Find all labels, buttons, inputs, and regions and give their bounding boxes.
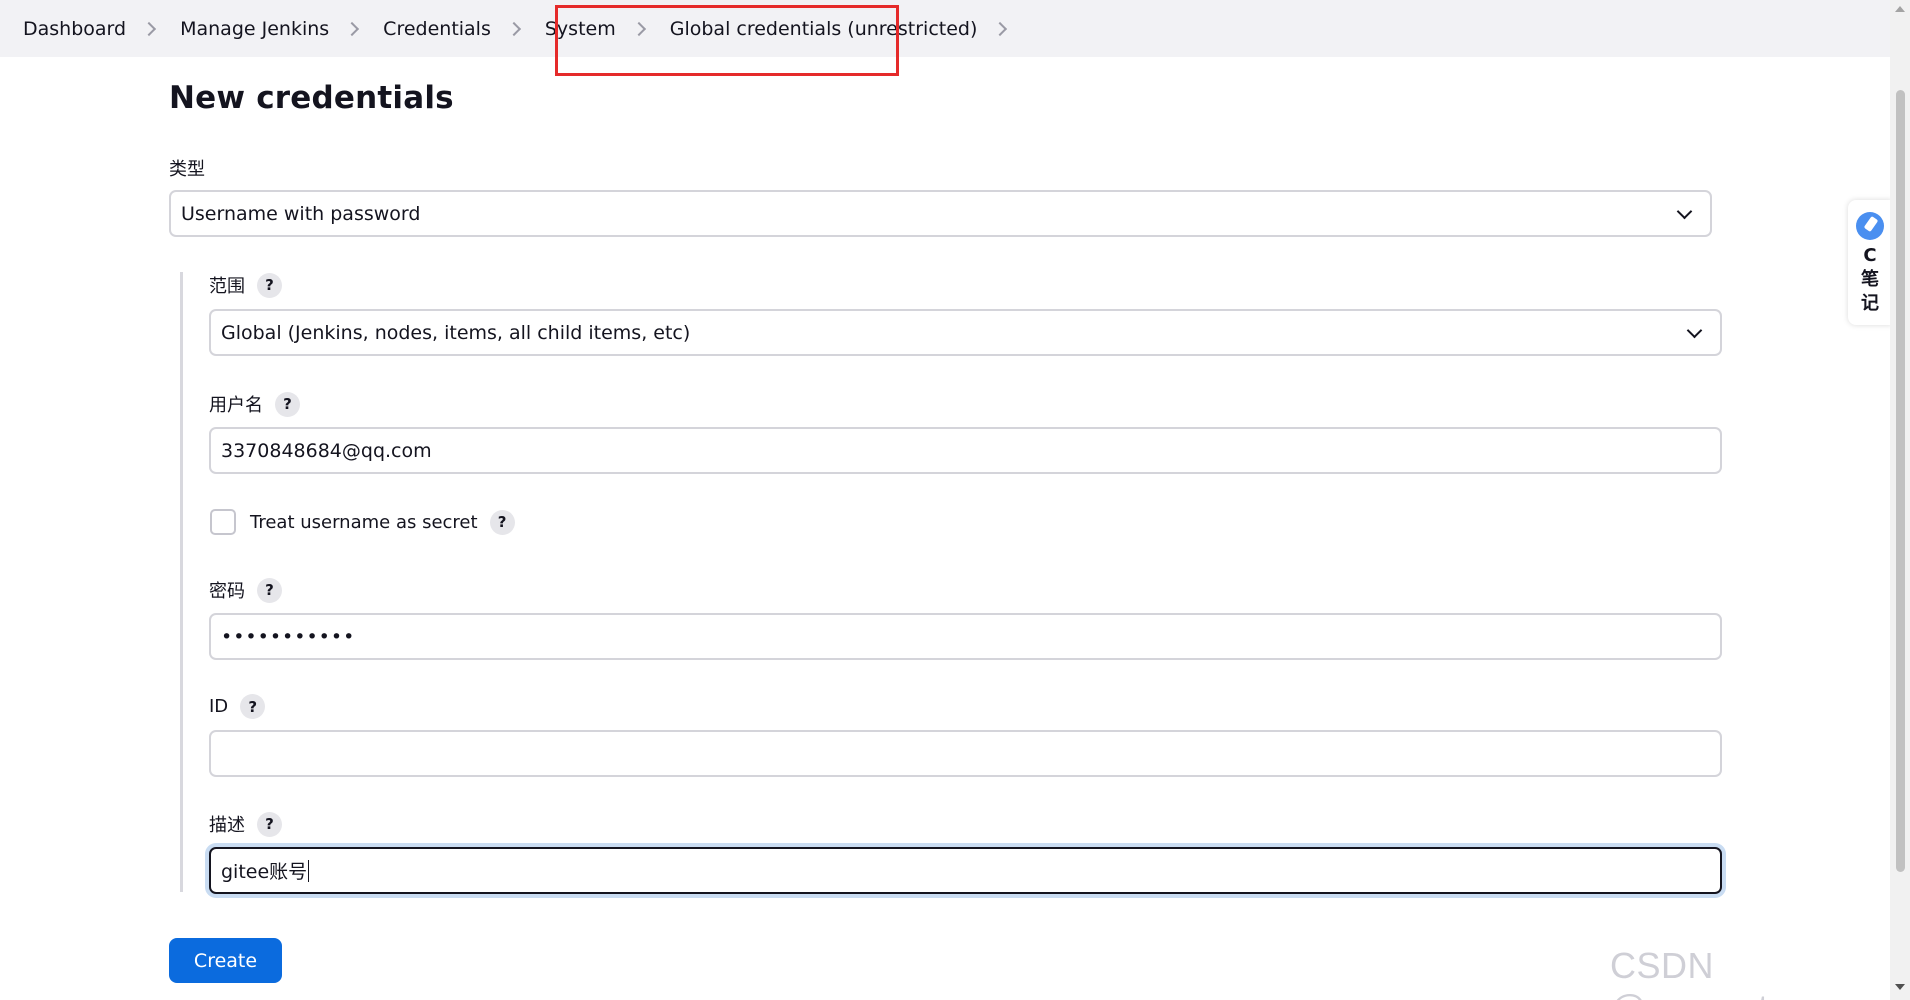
bottom-app-bar bbox=[0, 920, 1890, 1000]
chevron-right-icon[interactable] bbox=[345, 21, 360, 36]
kind-select-value: Username with password bbox=[181, 202, 421, 225]
username-label: 用户名 ? bbox=[209, 391, 300, 417]
watermark: CSDN @azoon.top bbox=[1610, 945, 1809, 1000]
id-label-text: ID bbox=[209, 696, 229, 717]
help-icon[interactable]: ? bbox=[240, 694, 266, 719]
create-button[interactable]: Create bbox=[169, 938, 282, 983]
scope-select-value: Global (Jenkins, nodes, items, all child… bbox=[221, 321, 691, 344]
scope-select[interactable]: Global (Jenkins, nodes, items, all child… bbox=[209, 309, 1722, 356]
breadcrumb-item-credentials[interactable]: Credentials bbox=[383, 12, 545, 46]
annotation-highlight-box bbox=[555, 5, 899, 76]
help-icon[interactable]: ? bbox=[489, 509, 515, 535]
note-logo-icon bbox=[1856, 212, 1884, 240]
password-label: 密码 ? bbox=[209, 577, 282, 603]
password-input[interactable]: ••••••••••• bbox=[209, 613, 1722, 660]
side-note-widget[interactable]: C笔记 bbox=[1848, 200, 1892, 325]
username-secret-label: Treat username as secret ? bbox=[250, 509, 515, 535]
scroll-down-icon[interactable] bbox=[1895, 984, 1905, 990]
section-divider bbox=[180, 272, 183, 892]
help-icon[interactable]: ? bbox=[257, 811, 282, 837]
kind-select[interactable]: Username with password bbox=[169, 190, 1712, 237]
id-label: ID ? bbox=[209, 694, 266, 719]
breadcrumb-label[interactable]: Dashboard bbox=[23, 12, 126, 46]
chevron-down-icon bbox=[1686, 322, 1703, 339]
page-title: New credentials bbox=[169, 80, 454, 116]
chevron-right-icon[interactable] bbox=[993, 21, 1008, 36]
description-label: 描述 ? bbox=[209, 811, 282, 837]
breadcrumb: Dashboard Manage Jenkins Credentials Sys… bbox=[0, 0, 1890, 57]
chevron-right-icon[interactable] bbox=[506, 21, 521, 36]
breadcrumb-item-dashboard[interactable]: Dashboard bbox=[23, 12, 180, 46]
username-label-text: 用户名 bbox=[209, 395, 263, 416]
username-secret-text[interactable]: Treat username as secret bbox=[250, 512, 478, 533]
username-input[interactable]: 3370848684@qq.com bbox=[209, 427, 1722, 474]
description-value: gitee账号 bbox=[221, 861, 308, 883]
breadcrumb-item-manage-jenkins[interactable]: Manage Jenkins bbox=[180, 12, 383, 46]
help-icon[interactable]: ? bbox=[257, 577, 282, 603]
help-icon[interactable]: ? bbox=[257, 272, 282, 298]
scrollbar-thumb[interactable] bbox=[1896, 90, 1905, 872]
side-widget-text: C笔记 bbox=[1861, 245, 1879, 314]
breadcrumb-label[interactable]: Manage Jenkins bbox=[180, 12, 329, 46]
password-label-text: 密码 bbox=[209, 581, 245, 602]
chevron-right-icon[interactable] bbox=[142, 21, 157, 36]
breadcrumb-label[interactable]: Credentials bbox=[383, 12, 491, 46]
kind-label-text: 类型 bbox=[169, 159, 205, 180]
password-value: ••••••••••• bbox=[221, 625, 356, 648]
description-input[interactable]: gitee账号 bbox=[209, 847, 1722, 894]
scope-label: 范围 ? bbox=[209, 272, 282, 298]
username-value: 3370848684@qq.com bbox=[221, 439, 432, 462]
chevron-down-icon bbox=[1676, 203, 1693, 220]
help-icon[interactable]: ? bbox=[275, 391, 300, 417]
description-label-text: 描述 bbox=[209, 815, 245, 836]
scroll-up-icon[interactable] bbox=[1895, 6, 1905, 12]
scope-label-text: 范围 bbox=[209, 276, 245, 297]
id-input[interactable] bbox=[209, 730, 1722, 777]
kind-label: 类型 bbox=[169, 155, 205, 181]
username-secret-checkbox[interactable] bbox=[210, 509, 236, 535]
text-caret bbox=[308, 859, 310, 882]
